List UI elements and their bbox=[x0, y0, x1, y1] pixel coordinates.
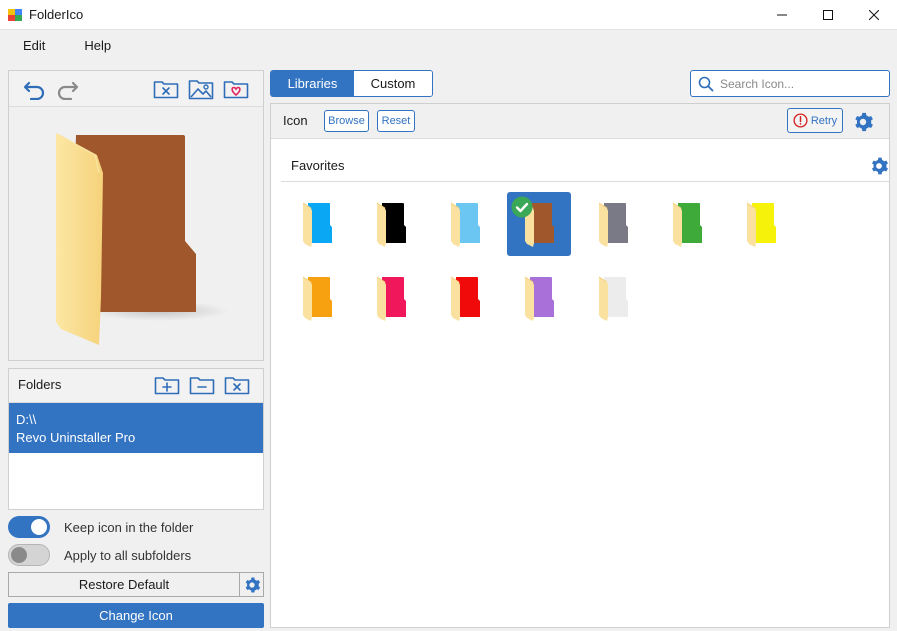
folder-path: D:\\ bbox=[16, 412, 37, 427]
remove-folder-button[interactable] bbox=[188, 374, 216, 396]
toggle-knob bbox=[11, 547, 27, 563]
clear-folders-icon bbox=[224, 377, 250, 395]
remove-folder-icon bbox=[189, 377, 215, 395]
preview-panel bbox=[8, 70, 264, 361]
image-icon bbox=[188, 80, 214, 100]
maximize-icon bbox=[823, 9, 833, 20]
title-bar: FolderIco bbox=[0, 0, 897, 29]
menu-bar: Edit Help bbox=[0, 29, 897, 60]
folder-icon bbox=[302, 276, 332, 321]
tab-custom[interactable]: Custom bbox=[354, 71, 432, 96]
search-icon bbox=[698, 76, 714, 91]
retry-button[interactable]: Retry bbox=[787, 108, 843, 133]
preview-toolbar bbox=[9, 71, 263, 107]
undo-icon bbox=[23, 81, 45, 100]
clear-folders-button[interactable] bbox=[223, 374, 251, 396]
menu-help[interactable]: Help bbox=[72, 38, 123, 53]
folder-icon-option[interactable] bbox=[729, 192, 793, 256]
favorites-title: Favorites bbox=[291, 158, 345, 173]
maximize-button[interactable] bbox=[805, 0, 851, 29]
image-button[interactable] bbox=[187, 76, 215, 102]
folder-preview bbox=[9, 107, 263, 360]
folders-panel: Folders D:\\ Revo Uninstaller Pro bbox=[8, 368, 264, 510]
folder-icon-option[interactable] bbox=[433, 192, 497, 256]
apply-subfolders-label: Apply to all subfolders bbox=[64, 547, 192, 563]
folder-icon-option[interactable] bbox=[285, 192, 349, 256]
toggle-knob bbox=[31, 519, 47, 535]
apply-subfolders-row: Apply to all subfolders bbox=[8, 544, 191, 566]
minimize-icon bbox=[777, 14, 787, 15]
close-button[interactable] bbox=[851, 0, 897, 29]
apply-subfolders-toggle[interactable] bbox=[8, 544, 50, 566]
keep-icon-toggle[interactable] bbox=[8, 516, 50, 538]
folders-header: Folders bbox=[9, 369, 263, 403]
gear-icon bbox=[245, 577, 260, 592]
close-icon bbox=[869, 9, 879, 20]
folder-icon-option[interactable] bbox=[655, 192, 719, 256]
add-folder-button[interactable] bbox=[153, 374, 181, 396]
reset-button[interactable]: Reset bbox=[377, 110, 415, 132]
minimize-button[interactable] bbox=[759, 0, 805, 29]
folder-icon-option[interactable] bbox=[581, 266, 645, 330]
folder-icon bbox=[672, 202, 702, 247]
favorites-header: Favorites bbox=[281, 152, 889, 182]
tab-libraries[interactable]: Libraries bbox=[271, 71, 354, 96]
folder-icon-option[interactable] bbox=[581, 192, 645, 256]
folder-preview-icon bbox=[56, 133, 229, 345]
search-box bbox=[690, 70, 890, 97]
folder-icon bbox=[746, 202, 776, 247]
folder-icon bbox=[302, 202, 332, 247]
folder-icon-option[interactable] bbox=[359, 266, 423, 330]
folder-icon bbox=[376, 276, 406, 321]
folder-icon bbox=[450, 202, 480, 247]
retry-label: Retry bbox=[810, 114, 838, 127]
folder-icon bbox=[598, 276, 628, 321]
add-folder-icon bbox=[154, 377, 180, 395]
clear-folder-icon bbox=[153, 81, 179, 99]
error-icon bbox=[793, 113, 808, 128]
icon-toolbar: Icon Browse Reset Retry bbox=[271, 104, 889, 139]
favorites-grid bbox=[285, 192, 885, 330]
redo-icon bbox=[57, 81, 79, 100]
folder-icon-option[interactable] bbox=[507, 266, 571, 330]
redo-button[interactable] bbox=[53, 76, 81, 102]
gear-icon bbox=[872, 157, 888, 175]
change-icon-button[interactable]: Change Icon bbox=[8, 603, 264, 628]
favorite-icon bbox=[223, 81, 249, 99]
checkmark-icon bbox=[511, 196, 533, 218]
menu-edit[interactable]: Edit bbox=[11, 38, 57, 53]
restore-settings-button[interactable] bbox=[240, 572, 264, 597]
folder-list-item[interactable]: D:\\ Revo Uninstaller Pro bbox=[9, 403, 263, 453]
restore-default-button[interactable]: Restore Default bbox=[8, 572, 240, 597]
window-title: FolderIco bbox=[29, 7, 84, 22]
library-settings-button[interactable] bbox=[851, 110, 875, 134]
folder-icon bbox=[524, 276, 554, 321]
library-tabs: Libraries Custom bbox=[270, 70, 433, 97]
icon-label: Icon bbox=[283, 113, 308, 128]
folder-icon bbox=[450, 276, 480, 321]
search-input[interactable] bbox=[720, 76, 880, 91]
folder-icon-option[interactable] bbox=[285, 266, 349, 330]
app-logo-icon bbox=[8, 8, 22, 21]
icon-library-panel: Icon Browse Reset Retry Favorites bbox=[270, 103, 890, 628]
keep-icon-label: Keep icon in the folder bbox=[64, 519, 194, 535]
folder-icon bbox=[376, 202, 406, 247]
clear-folder-button[interactable] bbox=[152, 76, 180, 102]
keep-icon-row: Keep icon in the folder bbox=[8, 516, 193, 538]
folder-icon bbox=[598, 202, 628, 247]
folder-icon-option[interactable] bbox=[507, 192, 571, 256]
gear-icon bbox=[855, 112, 873, 132]
folder-icon-option[interactable] bbox=[359, 192, 423, 256]
folder-icon-option[interactable] bbox=[433, 266, 497, 330]
favorite-button[interactable] bbox=[222, 76, 250, 102]
browse-button[interactable]: Browse bbox=[324, 110, 369, 132]
folder-name: Revo Uninstaller Pro bbox=[16, 430, 136, 445]
folders-title: Folders bbox=[18, 377, 62, 392]
favorites-settings-button[interactable] bbox=[869, 156, 889, 176]
undo-button[interactable] bbox=[21, 76, 49, 102]
